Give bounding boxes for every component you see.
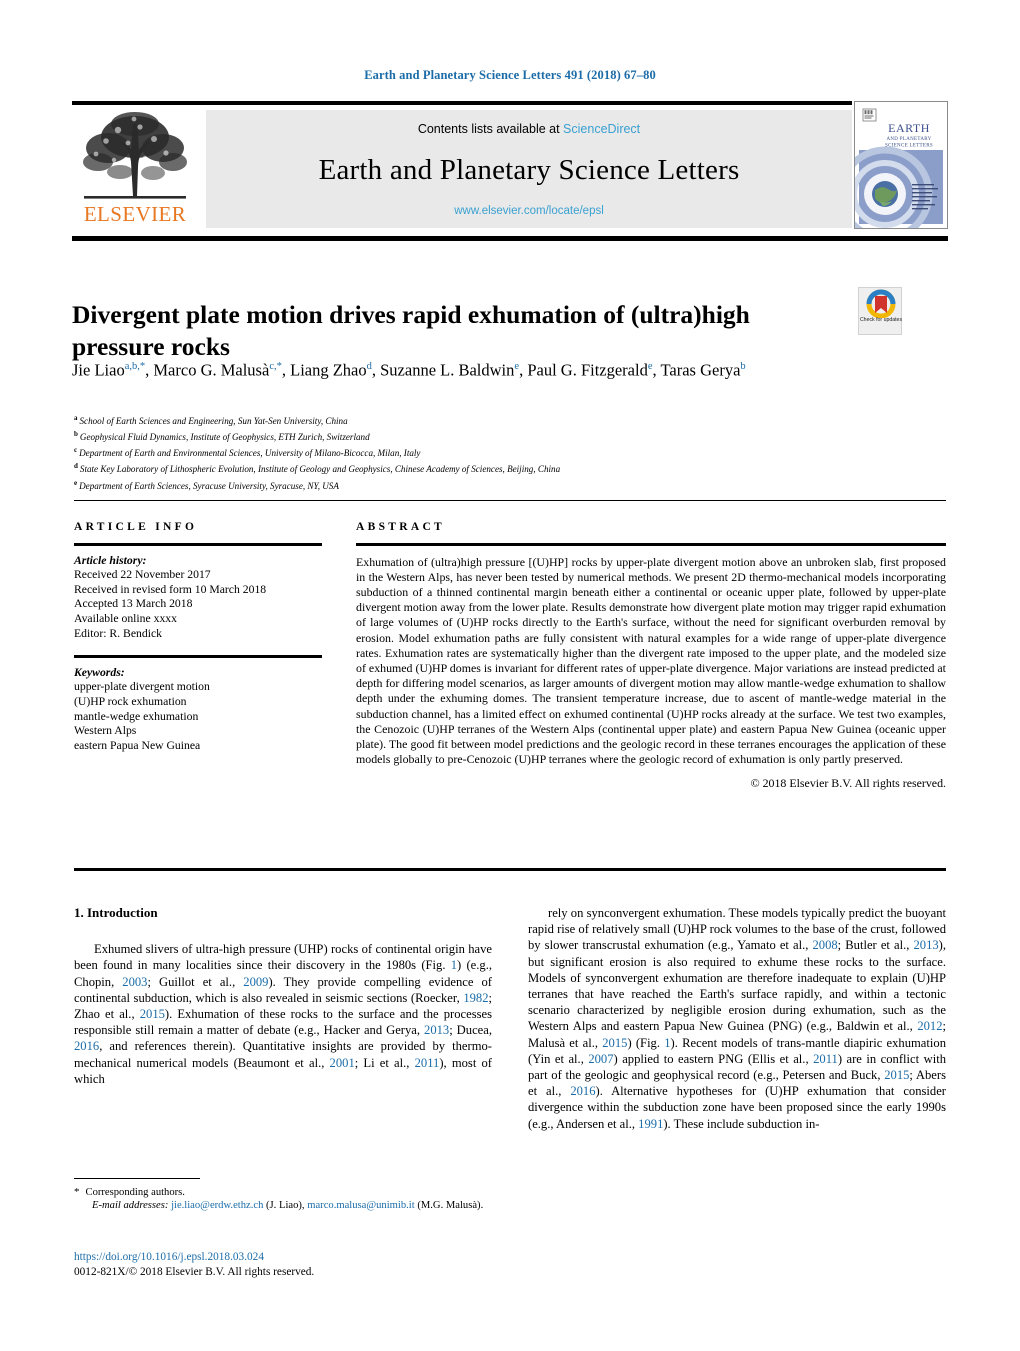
- affiliation-b: b Geophysical Fluid Dynamics, Institute o…: [74, 428, 934, 444]
- affiliation-list: a School of Earth Sciences and Engineerin…: [74, 412, 934, 493]
- running-head: Earth and Planetary Science Letters 491 …: [364, 68, 656, 82]
- article-history-item: Received in revised form 10 March 2018: [74, 582, 267, 596]
- affiliation-text: Geophysical Fluid Dynamics, Institute of…: [79, 432, 370, 443]
- crossmark-label: Check for updates: [859, 317, 903, 323]
- article-info-column: ARTICLE INFO Article history: Received 2…: [74, 521, 324, 753]
- article-history-item: Editor: R. Bendick: [74, 626, 162, 640]
- footnote-asterisk: *: [74, 1186, 80, 1198]
- email-link-malusa[interactable]: marco.malusa@unimib.it: [307, 1200, 414, 1211]
- section-heading-introduction: 1. Introduction: [74, 905, 158, 920]
- keyword-item: (U)HP rock exhumation: [74, 694, 187, 708]
- keyword-item: Western Alps: [74, 724, 137, 738]
- keywords-label: Keywords:: [74, 665, 125, 679]
- intro-paragraph-left: Exhumed slivers of ultra-high pressure (…: [74, 942, 493, 1086]
- abstract-column: ABSTRACT Exhumation of (ultra)high press…: [356, 521, 946, 791]
- abstract-text: Exhumation of (ultra)high pressure [(U)H…: [356, 554, 946, 767]
- corresponding-author-footnote: * Corresponding authors. E-mail addresses…: [74, 1178, 492, 1213]
- email-owner-malusa: (M.G. Malusà).: [417, 1200, 484, 1212]
- affiliation-text: State Key Laboratory of Lithospheric Evo…: [79, 464, 561, 475]
- article-history-label: Article history:: [74, 553, 147, 567]
- affiliation-c: c Department of Earth and Environmental S…: [74, 444, 934, 460]
- body-column-right: rely on synconvergent exhumation. These …: [528, 905, 946, 1132]
- article-info-rule: [74, 543, 322, 546]
- email-owner-liao: (J. Liao),: [266, 1200, 305, 1212]
- abstract-copyright: © 2018 Elsevier B.V. All rights reserved…: [750, 776, 946, 791]
- doi-link[interactable]: https://doi.org/10.1016/j.epsl.2018.03.0…: [74, 1250, 494, 1265]
- svg-text:AND PLANETARY: AND PLANETARY: [886, 137, 931, 142]
- keywords-block: Keywords: upper-plate divergent motion (U…: [74, 666, 324, 754]
- footnote-rule: [74, 1178, 200, 1179]
- keyword-item: mantle-wedge exhumation: [74, 709, 199, 723]
- email-link-liao[interactable]: jie.liao@erdw.ethz.ch: [171, 1200, 263, 1211]
- elsevier-tree-icon: [83, 112, 187, 199]
- elsevier-wordmark: ELSEVIER: [83, 202, 187, 226]
- keywords-rule: [74, 655, 322, 658]
- intro-paragraph-right: rely on synconvergent exhumation. These …: [528, 906, 946, 1131]
- info-section-divider: [74, 500, 946, 501]
- abstract-heading: ABSTRACT: [356, 521, 446, 533]
- article-history-item: Accepted 13 March 2018: [74, 597, 193, 611]
- journal-homepage-link[interactable]: www.elsevier.com/locate/epsl: [206, 205, 852, 217]
- affiliation-e: e Department of Earth Sciences, Syracuse …: [74, 477, 934, 493]
- email-addresses-label: E-mail addresses:: [92, 1200, 169, 1212]
- footnote-emails: E-mail addresses: jie.liao@erdw.ethz.ch …: [74, 1199, 492, 1212]
- crossmark-badge[interactable]: Check for updates: [858, 287, 902, 335]
- sciencedirect-link[interactable]: ScienceDirect: [563, 122, 640, 136]
- contents-available-line: Contents lists available at ScienceDirec…: [206, 122, 852, 136]
- crossmark-icon: [866, 289, 896, 319]
- header-divider: [72, 236, 948, 241]
- journal-title: Earth and Planetary Science Letters: [318, 154, 740, 186]
- corresponding-authors-text: Corresponding authors.: [85, 1187, 185, 1198]
- cover-art: EARTH AND PLANETARY SCIENCE LETTERS: [855, 102, 947, 228]
- author-list: Jie Liaoa,b,*, Marco G. Malusàc,*, Liang…: [72, 360, 746, 380]
- affiliation-marker: a: [74, 414, 78, 422]
- affiliation-d: d State Key Laboratory of Lithospheric Ev…: [74, 460, 934, 476]
- affiliation-marker: c: [74, 446, 78, 455]
- issn-copyright-line: 0012-821X/© 2018 Elsevier B.V. All right…: [74, 1266, 315, 1278]
- paper-page: Earth and Planetary Science Letters 491 …: [0, 0, 1020, 1351]
- article-history-item: Received 22 November 2017: [74, 568, 211, 582]
- masthead-top-rule: [72, 101, 852, 105]
- abstract-rule: [356, 543, 946, 546]
- masthead-panel: Contents lists available at ScienceDirec…: [206, 110, 852, 228]
- page-title: Divergent plate motion drives rapid exhu…: [72, 300, 750, 362]
- article-history-item: Available online xxxx: [74, 611, 177, 625]
- affiliation-marker: e: [74, 478, 78, 487]
- affiliation-text: Department of Earth Sciences, Syracuse U…: [79, 480, 339, 491]
- contents-prefix: Contents lists available at: [417, 122, 564, 136]
- keyword-item: upper-plate divergent motion: [74, 680, 210, 694]
- affiliation-text: Department of Earth and Environmental Sc…: [79, 448, 421, 459]
- doi-block: https://doi.org/10.1016/j.epsl.2018.03.0…: [74, 1250, 494, 1280]
- journal-cover-thumbnail: EARTH AND PLANETARY SCIENCE LETTERS: [854, 101, 948, 229]
- affiliation-text: School of Earth Sciences and Engineering…: [79, 416, 348, 427]
- body-column-left: 1. Introduction Exhumed slivers of ultra…: [74, 905, 492, 1087]
- affiliation-a: a School of Earth Sciences and Engineerin…: [74, 412, 934, 428]
- svg-text:EARTH: EARTH: [888, 121, 930, 135]
- article-history-block: Article history: Received 22 November 20…: [74, 554, 324, 642]
- affiliation-marker: d: [74, 462, 78, 471]
- affiliation-marker: b: [74, 430, 78, 439]
- body-divider: [74, 868, 946, 871]
- footnote-line-1: * Corresponding authors.: [74, 1186, 492, 1199]
- article-info-heading: ARTICLE INFO: [74, 521, 198, 533]
- elsevier-logo: ELSEVIER: [74, 110, 196, 228]
- keyword-item: eastern Papua New Guinea: [74, 738, 201, 752]
- journal-masthead: ELSEVIER Contents lists available at Sci…: [72, 101, 948, 229]
